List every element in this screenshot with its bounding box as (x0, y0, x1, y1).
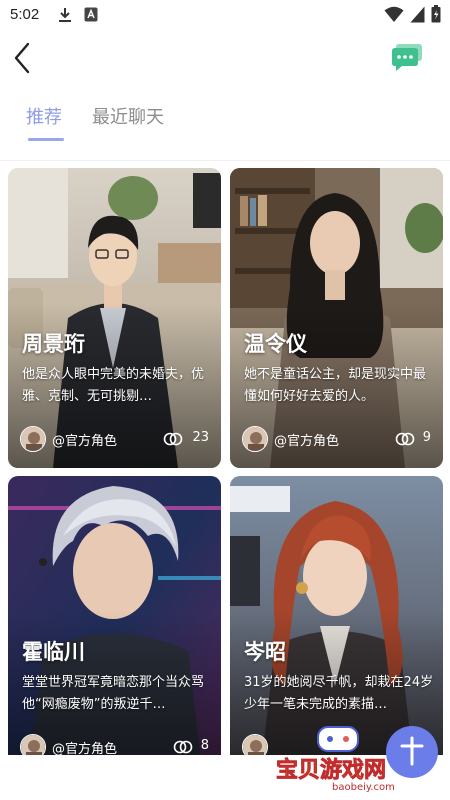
author-avatar (242, 426, 268, 452)
interaction-count: 8 (200, 738, 209, 753)
interaction-icon (163, 432, 183, 446)
author-name: @官方角色 (52, 434, 118, 449)
character-card[interactable]: 霍临川 堂堂世界冠军竟暗恋那个当众骂他“网瘾废物”的叛逆千… @官方角色 8 (8, 476, 221, 776)
chat-button[interactable] (390, 42, 424, 74)
character-card[interactable]: 温令仪 她不是童话公主，却是现实中最懂如何好好去爱的人。 @官方角色 9 (230, 168, 443, 468)
character-card[interactable]: 周景珩 他是众人眼中完美的未婚夫，优雅、克制、无可挑剔… @官方角色 23 (8, 168, 221, 468)
character-portrait-image (8, 476, 221, 776)
character-name: 周景珩 (22, 332, 85, 356)
chat-bubbles-icon (392, 44, 422, 71)
character-name: 温令仪 (244, 332, 307, 356)
chevron-left-icon (14, 42, 30, 74)
character-portrait-image (230, 168, 443, 468)
tab-recent-chats[interactable]: 最近聊天 (92, 103, 164, 129)
character-description: 她不是童话公主，却是现实中最懂如何好好去爱的人。 (244, 367, 427, 404)
watermark-title: 宝贝游戏网 (276, 757, 386, 783)
character-name: 霍临川 (22, 640, 85, 664)
tab-recommend[interactable]: 推荐 (26, 103, 62, 129)
character-description: 他是众人眼中完美的未婚夫，优雅、克制、无可挑剔… (22, 367, 205, 404)
character-description: 31岁的她阅尽千帆，却栽在24岁少年一笔未完成的素描… (244, 675, 434, 712)
watermark-url: baobeiy.com (332, 782, 395, 792)
battery-icon (431, 5, 441, 23)
character-portrait-image (8, 168, 221, 468)
card-footer: @官方角色 23 (20, 426, 209, 454)
download-icon (59, 8, 71, 22)
wifi-icon (384, 6, 404, 22)
status-bar: 5:02 (0, 0, 450, 30)
interaction-icon (395, 432, 415, 446)
back-button[interactable] (8, 38, 38, 78)
tab-active-indicator (28, 138, 64, 141)
divider (0, 160, 450, 161)
card-footer: @官方角色 9 (242, 426, 431, 454)
status-time: 5:02 (10, 6, 40, 23)
watermark-logo: 宝贝游戏网 baobeiy.com (272, 722, 442, 793)
character-description: 堂堂世界冠军竟暗恋那个当众骂他“网瘾废物”的叛逆千… (22, 675, 205, 712)
interaction-icon (173, 740, 193, 754)
interaction-count: 23 (192, 430, 209, 445)
signal-icon (410, 6, 425, 23)
interaction-count: 9 (422, 430, 431, 445)
author-name: @官方角色 (274, 434, 340, 449)
app-notification-icon (84, 7, 98, 22)
author-avatar (20, 426, 46, 452)
character-name: 岑昭 (244, 640, 286, 664)
